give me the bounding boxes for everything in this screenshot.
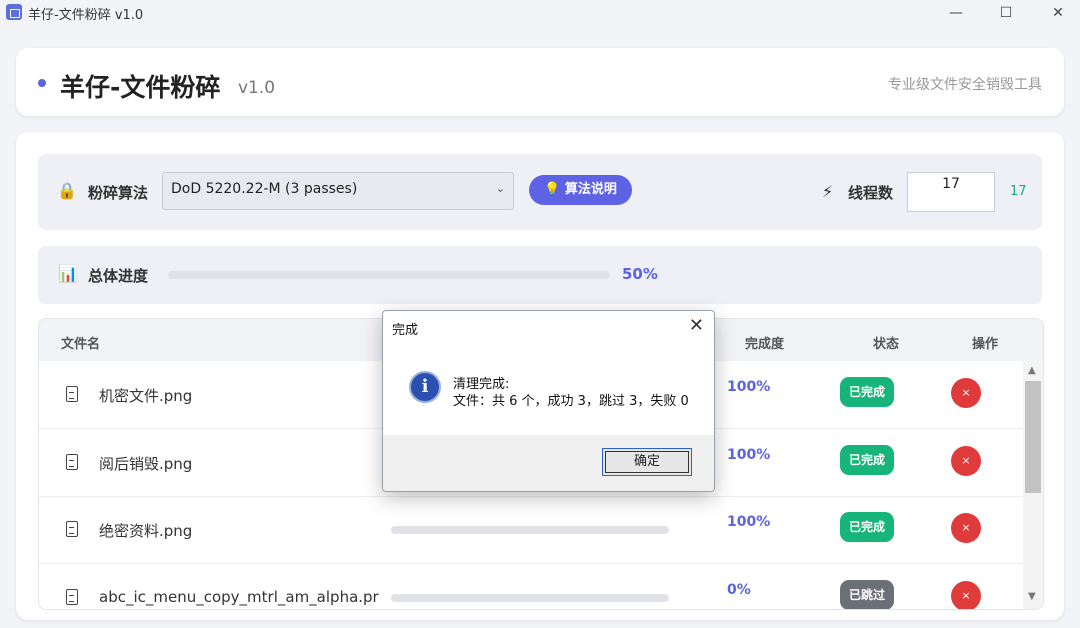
ok-button[interactable]: 确定 [602,448,692,476]
status-badge: 已完成 [840,377,894,407]
header-card: 羊仔-文件粉碎 v1.0 专业级文件安全销毁工具 [16,48,1064,116]
close-window-button[interactable]: ✕ [1038,2,1078,24]
app-icon [6,4,22,20]
progress-label: 总体进度 [88,267,149,285]
file-name: 机密文件.png [99,387,193,405]
app-title: 羊仔-文件粉碎 [60,73,221,102]
table-scrollbar[interactable]: ▲ ▼ [1023,361,1043,609]
app-version: v1.0 [238,78,276,98]
column-progress: 完成度 [745,337,785,352]
delete-button[interactable]: × [951,446,981,476]
algorithm-label: 粉碎算法 [88,184,149,202]
threads-value: 17 [1010,184,1027,199]
bar-chart-icon: 📊 [58,264,78,283]
threads-label: 线程数 [848,184,894,202]
overall-progress-fill [168,271,389,279]
file-name: 绝密资料.png [99,522,193,540]
completion-dialog: 完成 ✕ i 清理完成: 文件：共 6 个，成功 3，跳过 3，失败 0 确定 [382,310,715,492]
info-icon: i [409,371,441,403]
minimize-button[interactable]: — [936,2,976,24]
row-percent: 100% [727,379,771,395]
delete-button[interactable]: × [951,378,981,408]
document-icon [66,589,78,605]
column-status: 状态 [873,337,900,352]
file-name: abc_ic_menu_copy_mtrl_am_alpha.pr [99,588,379,606]
chevron-down-icon: ⌄ [495,182,505,195]
row-percent: 100% [727,447,771,463]
row-progress-bar [391,594,669,602]
delete-button[interactable]: × [951,581,981,609]
lightning-icon: ⚡ [822,182,834,201]
title-bar: 羊仔-文件粉碎 v1.0 — ☐ ✕ [0,0,1080,26]
status-badge: 已跳过 [840,580,894,609]
scrollbar-thumb[interactable] [1025,381,1041,493]
dialog-title: 完成 [392,323,419,338]
header-dot-icon [38,79,46,87]
column-filename: 文件名 [61,337,101,352]
file-name: 阅后销毁.png [99,455,193,473]
dialog-footer: 确定 [383,435,714,491]
row-progress-bar [391,526,669,534]
dialog-close-button[interactable]: ✕ [689,315,704,336]
document-icon [66,521,78,537]
status-badge: 已完成 [840,445,894,475]
row-percent: 0% [727,582,751,598]
table-row[interactable]: abc_ic_menu_copy_mtrl_am_alpha.pr 0% 已跳过… [39,564,1023,609]
maximize-button[interactable]: ☐ [986,2,1026,24]
scroll-up-icon[interactable]: ▲ [1028,365,1036,376]
row-percent: 100% [727,514,771,530]
delete-button[interactable]: × [951,513,981,543]
algorithm-help-button[interactable]: 💡 算法说明 [529,175,632,205]
scroll-down-icon[interactable]: ▼ [1028,591,1036,602]
algorithm-select-value: DoD 5220.22-M (3 passes) [171,181,358,197]
dialog-message-summary: 文件：共 6 个，成功 3，跳过 3，失败 0 [453,394,689,409]
column-action: 操作 [972,337,999,352]
document-icon [66,454,78,470]
window-title: 羊仔-文件粉碎 v1.0 [28,8,144,23]
algorithm-select[interactable]: DoD 5220.22-M (3 passes) ⌄ [162,172,514,210]
app-subtitle: 专业级文件安全销毁工具 [888,77,1042,93]
overall-progress-percent: 50% [622,265,658,283]
progress-panel: 📊 总体进度 50% [38,246,1042,304]
overall-progress-bar [168,271,610,279]
document-icon [66,386,78,402]
status-badge: 已完成 [840,512,894,542]
lock-icon: 🔒 [57,181,77,200]
table-row[interactable]: 绝密资料.png 100% 已完成 × [39,496,1023,564]
threads-input[interactable]: 17 [907,172,995,212]
algorithm-panel: 🔒 粉碎算法 DoD 5220.22-M (3 passes) ⌄ 💡 算法说明… [38,154,1042,230]
